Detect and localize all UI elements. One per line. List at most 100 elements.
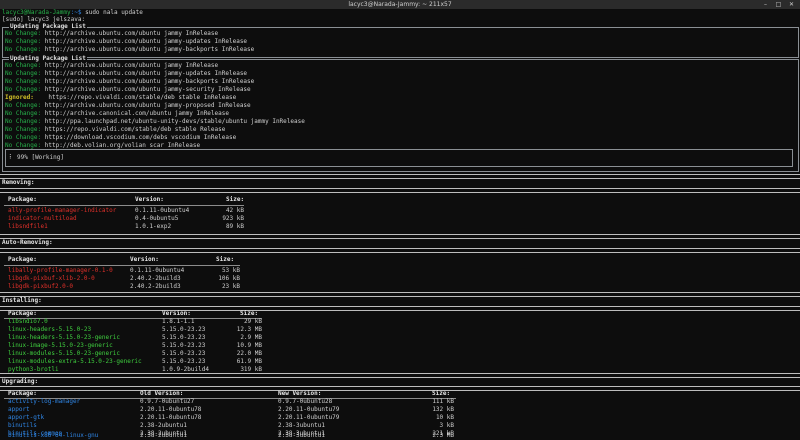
upgrading-header-size: Size: [432,390,451,397]
table-cell: 10 kB [435,414,454,421]
upgrading-header-new: New Version: [278,390,322,397]
prompt-path: :~$ [70,9,82,16]
table-row: libgdk-pixbuf-xlib-2.0-0 [8,275,95,282]
box2-line: No Change: http://archive.ubuntu.com/ubu… [5,70,248,77]
removing-header-size: Size: [226,196,245,203]
table-cell: 0.9.7-0ubuntu28 [278,398,333,405]
section-divider [0,188,800,193]
section-divider [0,373,800,378]
upgrading-header-old: Old Version: [140,390,184,397]
installing-header-package: Package: [8,310,37,317]
table-cell: 12.3 MB [236,326,262,333]
table-row: linux-image-5.15.0-23-generic [8,342,113,349]
section-divider [0,306,800,311]
box2-line: No Change: http://archive.ubuntu.com/ubu… [5,102,251,109]
removing-heading: Removing: [2,179,35,186]
table-row: libsndfile1 [8,223,48,230]
table-row: libgdk-pixbuf2.0-0 [8,283,74,290]
table-cell: 923 kB [222,215,244,222]
table-row: linux-headers-5.15.0-23-generic [8,334,120,341]
box2-line: No Change: http://ppa.launchpad.net/ubun… [5,118,305,125]
box2-line: No Change: http://archive.ubuntu.com/ubu… [5,86,251,93]
table-row: linux-modules-5.15.0-23-generic [8,350,120,357]
box2-line: No Change: https://download.vscodium.com… [5,134,237,141]
table-cell: 1.0.1-exp2 [135,223,172,230]
title-bar[interactable]: lacyc3@Narada-Jammy: ~ 211x57 – □ ✕ [0,0,800,9]
table-cell: 2.20.11-0ubuntu79 [278,406,340,413]
table-cell: 2.20.11-0ubuntu79 [278,414,340,421]
section-divider [0,248,800,253]
table-cell: 89 kB [225,223,244,230]
box2-line: No Change: http://archive.ubuntu.com/ubu… [5,62,219,69]
auto-removing-header-package: Package: [8,256,37,263]
table-cell: 111 kB [432,398,454,405]
table-row: apport [8,406,30,413]
maximize-icon[interactable]: □ [775,1,782,8]
table-cell: 3 kB [439,422,454,429]
table-cell: 0.1.11-0ubuntu4 [130,267,185,274]
table-divider [4,265,240,266]
table-row: binutils [8,422,37,429]
table-row: linux-headers-5.15.0-23 [8,326,92,333]
minimize-icon[interactable]: – [762,1,769,8]
table-cell: 2.38-2ubuntu1 [140,432,187,439]
table-cell: 2.9 MB [240,334,262,341]
table-cell: 1.8.1-1.1 [162,318,195,325]
table-cell: 10.9 MB [236,342,262,349]
table-row: apport-gtk [8,414,45,421]
section-divider [0,234,800,239]
table-cell: 2.20.11-0ubuntu78 [140,414,202,421]
section-divider [0,386,800,391]
box2-line: No Change: http://archive.ubuntu.com/ubu… [5,78,255,85]
table-cell: 22.0 MB [236,350,262,357]
terminal-content[interactable]: lacyc3@Narada-Jammy:~$ sudo nala update … [0,9,800,440]
table-row: ally-profile-manager-indicator [8,207,117,214]
table-cell: 61.9 MB [236,358,262,365]
prompt-user: lacyc3@Narada-Jammy [2,9,71,16]
installing-header-version: Version: [162,310,191,317]
prompt-command: sudo nala update [81,9,143,16]
box1-line: No Change: http://archive.ubuntu.com/ubu… [5,46,255,53]
auto-removing-header-size: Size: [216,256,235,263]
table-cell: 106 kB [218,275,240,282]
auto-removing-header-version: Version: [130,256,159,263]
progress-box: ⠇ 99% [Working] [5,149,793,167]
table-cell: 2.38-2ubuntu1 [140,422,187,429]
box2-line: No Change: http://archive.canonical.com/… [5,110,229,117]
close-icon[interactable]: ✕ [788,1,795,8]
table-cell: 29 kB [243,318,262,325]
installing-header-size: Size: [240,310,259,317]
table-cell: 2.20.11-0ubuntu78 [140,406,202,413]
installing-heading: Installing: [2,297,42,304]
table-cell: 42 kB [225,207,244,214]
table-cell: 2.40.2-2build3 [130,275,181,282]
upgrading-heading: Upgrading: [2,378,39,385]
table-cell: 0.9.7-0ubuntu27 [140,398,195,405]
table-cell: 5.15.0-23.23 [162,358,206,365]
table-row: libally-profile-manager-0.1-0 [8,267,113,274]
auto-removing-heading: Auto-Removing: [2,239,53,246]
box1-line: No Change: http://archive.ubuntu.com/ubu… [5,38,248,45]
box2-line: No Change: https://repo.vivaldi.com/stab… [5,126,226,133]
section-divider [0,292,800,297]
table-cell: 2.38-3ubuntu1 [278,422,325,429]
box1-line: No Change: http://archive.ubuntu.com/ubu… [5,30,219,37]
removing-header-version: Version: [135,196,164,203]
upgrading-header-package: Package: [8,390,37,397]
table-cell: 2.38-3ubuntu1 [278,432,325,439]
table-row: libsndio7.0 [8,318,48,325]
table-cell: 5.15.0-23.23 [162,334,206,341]
table-cell: 23 kB [221,283,240,290]
progress-text: ⠇ 99% [Working] [9,154,64,161]
table-cell: 5.15.0-23.23 [162,342,206,349]
table-cell: 5.15.0-23.23 [162,326,206,333]
table-cell: 0.1.11-0ubuntu4 [135,207,190,214]
table-cell: 2.40.2-2build3 [130,283,181,290]
table-row: activity-log-manager [8,398,81,405]
table-divider [4,205,244,206]
table-cell: 2.3 MB [432,432,454,439]
terminal-window: lacyc3@Narada-Jammy: ~ 211x57 – □ ✕ lacy… [0,0,800,440]
window-title: lacyc3@Narada-Jammy: ~ 211x57 [348,1,452,8]
removing-header-package: Package: [8,196,37,203]
table-cell: 53 kB [221,267,240,274]
